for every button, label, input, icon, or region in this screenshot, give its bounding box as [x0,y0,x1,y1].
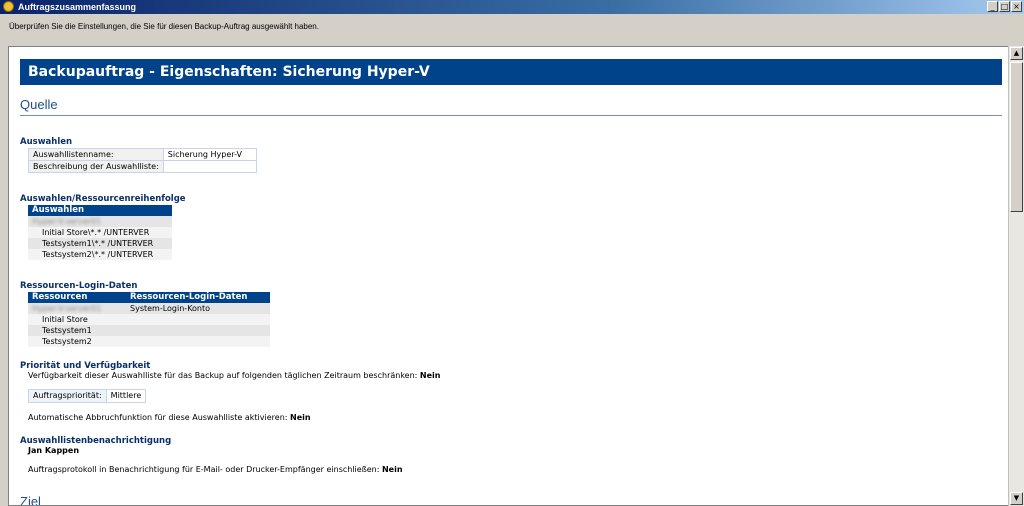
abort-text: Automatische Abbruchfunktion für diese A… [28,413,288,422]
resource-name: Initial Store [28,314,126,325]
table-row: Beschreibung der Auswahlliste: [28,160,257,173]
list-item: Testsystem2\*.* /UNTERVER [28,249,172,260]
heading-notification: Auswahllistenbenachrichtigung [20,436,172,446]
table-row: Testsystem1\*.* /UNTERVER [28,238,172,249]
scroll-up-arrow-icon[interactable]: ▲ [1010,47,1023,60]
summary-content-frame[interactable]: Backupauftrag - Eigenschaften: Sicherung… [8,46,1008,506]
heading-priority: Priorität und Verfügbarkeit [20,361,151,371]
column-header-auswahlen: Auswahlen [28,205,172,216]
resource-name: Testsystem2 [28,336,126,347]
table-row: Hyper-V-server01 System-Login-Konto [28,303,270,314]
table-row: Testsystem1 [28,325,270,336]
column-header-ressourcen: Ressourcen [28,292,126,303]
window-title: Auftragszusammenfassung [18,2,137,12]
resource-login-table: Ressourcen Ressourcen-Login-Daten Hyper-… [28,292,270,347]
blurred-server-name: Hyper-V-server01 [28,216,172,227]
selection-list-description-value [162,160,257,173]
table-row: Initial Store\*.* /UNTERVER [28,227,172,238]
availability-value: Nein [419,371,441,380]
selection-list-name-label: Auswahllistenname: [28,148,164,161]
table-row: Auswahllistenname: Sicherung Hyper-V [28,148,257,161]
heading-resource-login: Ressourcen-Login-Daten [20,281,138,291]
resource-order-table: Auswahlen Hyper-V-server01 Initial Store… [28,205,172,260]
scroll-thumb[interactable] [1010,62,1023,212]
abort-value: Nein [290,413,311,422]
window-titlebar: Auftragszusammenfassung _ □ × [0,0,1024,14]
table-row: Testsystem2 [28,336,270,347]
window-controls: _ □ × [987,1,1022,12]
selection-list-name-value: Sicherung Hyper-V [162,148,257,161]
column-header-login-daten: Ressourcen-Login-Daten [126,292,270,303]
list-item: Initial Store\*.* /UNTERVER [28,227,172,238]
section-title-quelle: Quelle [20,97,1002,116]
auswahlen-table: Auswahllistenname: Sicherung Hyper-V Bes… [28,148,257,173]
summary-page: Backupauftrag - Eigenschaften: Sicherung… [20,59,1002,506]
app-icon [3,1,14,12]
minimize-button[interactable]: _ [987,1,998,12]
table-row: Initial Store [28,314,270,325]
instruction-text: Überprüfen Sie die Einstellungen, die Si… [9,22,319,31]
maximize-button[interactable]: □ [999,1,1010,12]
list-item: Testsystem1\*.* /UNTERVER [28,238,172,249]
table-row: Auftragspriorität: Mittlere [28,389,147,403]
login-account-value: System-Login-Konto [126,303,270,314]
availability-line: Verfügbarkeit dieser Auswahlliste für da… [28,371,1002,380]
job-priority-label: Auftragspriorität: [28,389,107,403]
selection-list-description-label: Beschreibung der Auswahlliste: [28,160,164,173]
job-priority-value: Mittlere [105,389,147,403]
log-text: Auftragsprotokoll in Benachrichtigung fü… [28,465,380,474]
scroll-down-arrow-icon[interactable]: ▼ [1010,492,1023,505]
abort-line: Automatische Abbruchfunktion für diese A… [28,413,1002,422]
heading-resource-order: Auswahlen/Ressourcenreihenfolge [20,194,186,204]
table-row: Hyper-V-server01 [28,216,172,227]
log-value: Nein [381,465,403,474]
page-title: Backupauftrag - Eigenschaften: Sicherung… [20,59,1002,85]
vertical-scrollbar[interactable]: ▲ ▼ [1008,46,1024,506]
section-title-ziel: Ziel [20,494,41,506]
notification-recipient: Jan Kappen [28,446,80,455]
availability-text: Verfügbarkeit dieser Auswahlliste für da… [28,371,418,380]
blurred-server-name: Hyper-V-server01 [28,303,126,314]
priority-table: Auftragspriorität: Mittlere [28,389,147,403]
table-row: Testsystem2\*.* /UNTERVER [28,249,172,260]
heading-auswahlen: Auswahlen [20,137,73,147]
resource-name: Testsystem1 [28,325,126,336]
log-line: Auftragsprotokoll in Benachrichtigung fü… [28,465,1002,474]
close-button[interactable]: × [1011,1,1022,12]
